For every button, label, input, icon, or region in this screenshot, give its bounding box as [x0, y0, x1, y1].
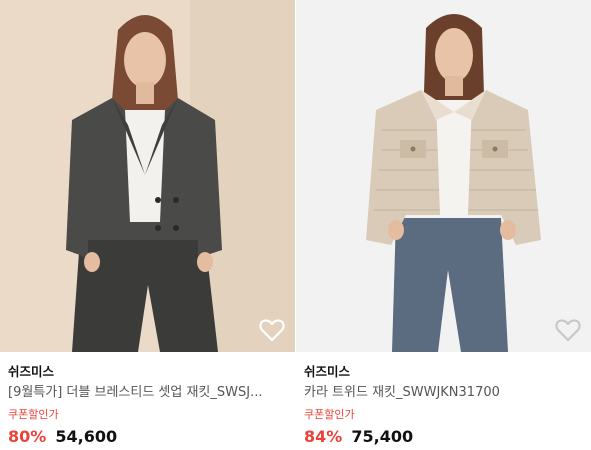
product-photo-tweed-jacket — [296, 0, 591, 352]
price-line: 84% 75,400 — [304, 426, 591, 448]
sale-price: 54,600 — [55, 427, 118, 446]
heart-icon[interactable] — [259, 318, 285, 342]
sale-price: 75,400 — [351, 427, 414, 446]
product-card[interactable]: 쉬즈미스 카라 트위드 재킷_SWWJKN31700 쿠폰할인가 84% 75,… — [296, 0, 591, 450]
product-info: 쉬즈미스 [9월특가] 더블 브레스티드 셋업 재킷_SWSJ... 쿠폰할인가… — [0, 352, 295, 448]
coupon-label: 쿠폰할인가 — [304, 408, 355, 421]
product-info: 쉬즈미스 카라 트위드 재킷_SWWJKN31700 쿠폰할인가 84% 75,… — [296, 352, 591, 448]
brand-name[interactable]: 쉬즈미스 — [8, 362, 295, 381]
product-grid: 쉬즈미스 [9월특가] 더블 브레스티드 셋업 재킷_SWSJ... 쿠폰할인가… — [0, 0, 591, 450]
product-card[interactable]: 쉬즈미스 [9월특가] 더블 브레스티드 셋업 재킷_SWSJ... 쿠폰할인가… — [0, 0, 295, 450]
discount-rate: 84% — [304, 427, 343, 446]
product-title[interactable]: [9월특가] 더블 브레스티드 셋업 재킷_SWSJ... — [8, 381, 290, 405]
product-image[interactable] — [0, 0, 295, 352]
product-image[interactable] — [296, 0, 591, 352]
discount-rate: 80% — [8, 427, 47, 446]
coupon-label: 쿠폰할인가 — [8, 408, 59, 421]
product-title[interactable]: 카라 트위드 재킷_SWWJKN31700 — [304, 381, 586, 405]
heart-icon[interactable] — [555, 318, 581, 342]
product-photo-charcoal-jacket — [0, 0, 295, 352]
price-line: 80% 54,600 — [8, 426, 295, 448]
brand-name[interactable]: 쉬즈미스 — [304, 362, 591, 381]
